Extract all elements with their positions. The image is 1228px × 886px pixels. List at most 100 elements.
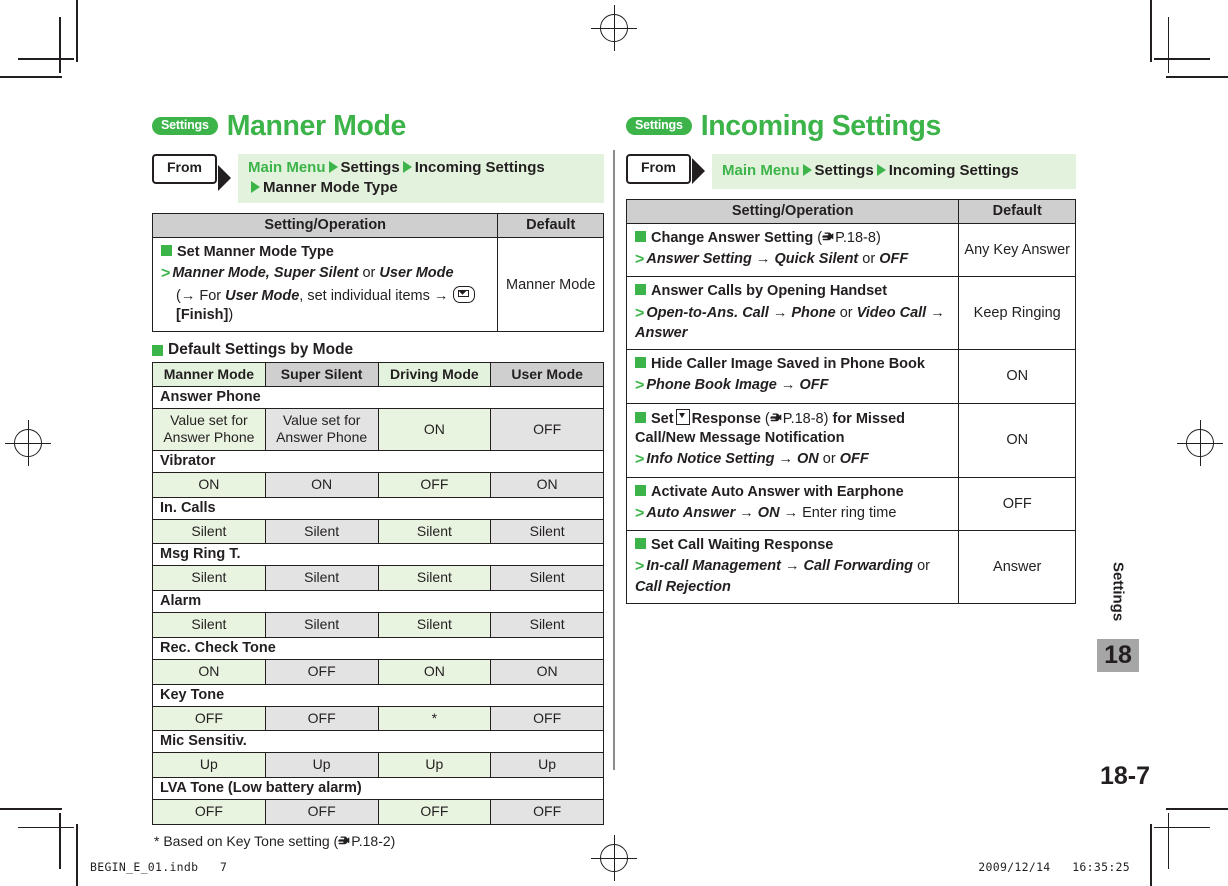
operation-cell: Activate Auto Answer with Earphone > Auto… xyxy=(625,476,960,532)
operation-heading: Answer Calls by Opening Handset xyxy=(635,282,951,301)
mode-value-row: OFF OFF OFF OFF xyxy=(152,799,604,826)
operation-cell: Hide Caller Image Saved in Phone Book > P… xyxy=(625,349,960,404)
mode-value: Up xyxy=(264,752,379,779)
default-cell: OFF xyxy=(958,476,1076,532)
operation-cell: Set Response (P.18-8) for Missed Call/New… xyxy=(625,402,960,478)
operation-detail: > Info Notice Setting → ON or OFF xyxy=(635,449,951,470)
mode-value: Silent xyxy=(152,518,266,545)
green-square-icon xyxy=(152,344,163,356)
mode-value-row: Silent Silent Silent Silent xyxy=(152,518,604,545)
page-reference[interactable]: P.18-8 xyxy=(783,411,824,427)
table-footnote: * Based on Key Tone setting (P.18-2) xyxy=(152,833,604,849)
manual-page: Settings Manner Mode From Main Menu Setti… xyxy=(0,0,1228,886)
mode-value: ON xyxy=(377,408,492,451)
table-row: Activate Auto Answer with Earphone > Auto… xyxy=(625,476,1076,532)
breadcrumb-item-main-menu[interactable]: Main Menu xyxy=(248,159,326,176)
column-divider xyxy=(613,150,615,770)
operation-value-3: OFF xyxy=(879,251,909,268)
operation-value-2: User Mode xyxy=(379,265,454,282)
left-breadcrumb: From Main Menu Settings Incoming Settings … xyxy=(152,153,604,203)
from-label: From xyxy=(152,153,217,184)
mode-value: Silent xyxy=(377,518,492,545)
mode-value: ON xyxy=(152,471,266,498)
registration-mark-top xyxy=(591,5,637,51)
mode-value: Silent xyxy=(264,612,379,638)
arrow-marker-icon: > xyxy=(635,304,645,322)
operation-cell: Set Call Waiting Response > In-call Manag… xyxy=(625,530,960,604)
mode-value: OFF xyxy=(377,471,492,498)
mode-value: Up xyxy=(490,752,604,779)
mode-value-row: Up Up Up Up xyxy=(152,752,604,779)
operation-note-finish: [Finish] xyxy=(176,306,229,323)
mode-value: ON xyxy=(490,658,604,685)
mode-value-row: Silent Silent Silent Silent xyxy=(152,565,604,592)
breadcrumb-item-settings[interactable]: Settings xyxy=(815,162,874,179)
mode-value: ON xyxy=(152,658,266,685)
right-breadcrumb: From Main Menu Settings Incoming Settings xyxy=(626,153,1076,189)
mode-value: Silent xyxy=(377,612,492,638)
operation-arrow-1: → xyxy=(755,251,771,268)
chevron-right-icon xyxy=(251,180,260,193)
default-cell: Manner Mode xyxy=(497,236,604,333)
operation-detail: > Auto Answer → ON → Enter ring time xyxy=(635,503,951,524)
operation-arrow-1: → xyxy=(778,451,793,468)
table-header-row: Setting/Operation Default xyxy=(625,198,1076,224)
mode-group-row: Answer Phone xyxy=(152,386,604,410)
left-column: Settings Manner Mode From Main Menu Setti… xyxy=(151,112,604,849)
col-header-default: Default xyxy=(497,213,604,238)
operation-arrow-1: → xyxy=(772,304,788,321)
operation-value-2: Call Forwarding xyxy=(803,558,914,575)
mode-value-row: OFF OFF * OFF xyxy=(152,705,604,732)
footer-timestamp: 2009/12/14 16:35:25 xyxy=(978,860,1130,874)
operation-arrow-2: → xyxy=(783,504,799,521)
footnote-reference[interactable]: P.18-2 xyxy=(351,833,390,849)
operation-arrow-2: → xyxy=(930,304,945,321)
mode-value: OFF xyxy=(377,799,492,826)
breadcrumb-item-main-menu[interactable]: Main Menu xyxy=(722,162,800,179)
green-square-icon xyxy=(635,284,646,296)
operation-or: or xyxy=(917,558,930,575)
mode-value: Silent xyxy=(490,612,604,638)
breadcrumb-item-settings[interactable]: Settings xyxy=(341,159,400,176)
mode-value: Silent xyxy=(264,565,379,592)
operation-detail: > Phone Book Image → OFF xyxy=(635,375,951,396)
operation-heading-text: Change Answer Setting xyxy=(651,229,814,246)
green-square-icon xyxy=(635,357,646,369)
mode-value: Silent xyxy=(490,565,604,592)
chapter-label: Settings xyxy=(1109,562,1127,622)
col-header-default: Default xyxy=(958,198,1076,224)
mode-value-row: Value set for Answer Phone Value set for… xyxy=(152,408,604,451)
operation-or: or xyxy=(862,251,876,268)
operation-value-3: OFF xyxy=(839,451,869,468)
mode-group-row: In. Calls xyxy=(152,496,604,520)
left-section-title: Settings Manner Mode xyxy=(152,112,604,141)
envelope-key-icon xyxy=(453,285,476,303)
mode-col-super-silent: Super Silent xyxy=(264,362,379,388)
table-row: Change Answer Setting (P.18-8) > Answer S… xyxy=(625,222,1076,278)
page-title: Manner Mode xyxy=(226,110,407,142)
breadcrumb-item-incoming-settings[interactable]: Incoming Settings xyxy=(889,162,1019,179)
operation-arrow-1: → xyxy=(780,377,796,394)
mode-value: Silent xyxy=(152,612,266,638)
registration-mark-left xyxy=(5,420,51,466)
breadcrumb-item-manner-mode-type[interactable]: Manner Mode Type xyxy=(263,179,398,196)
operation-value-1: Auto Answer xyxy=(646,504,736,521)
breadcrumb-item-incoming-settings[interactable]: Incoming Settings xyxy=(415,159,545,176)
page-reference[interactable]: P.18-8 xyxy=(835,230,876,246)
operation-value-1: Info Notice Setting xyxy=(646,451,775,468)
default-cell: ON xyxy=(958,402,1076,478)
from-arrow-icon xyxy=(218,165,231,192)
operation-heading-text: Answer Calls by Opening Handset xyxy=(651,283,888,300)
mode-group-label: Answer Phone xyxy=(152,386,604,410)
mode-value: Silent xyxy=(490,518,604,545)
green-square-icon xyxy=(635,230,646,242)
mode-table-subheading-text: Default Settings by Mode xyxy=(168,341,354,359)
mode-table-subheading: Default Settings by Mode xyxy=(152,341,604,359)
chevron-right-icon xyxy=(876,163,886,176)
mode-col-driving-mode: Driving Mode xyxy=(377,362,492,388)
default-settings-by-mode-table: Manner Mode Super Silent Driving Mode Us… xyxy=(152,362,604,826)
down-key-icon xyxy=(675,408,690,425)
arrow-marker-icon: > xyxy=(635,251,645,269)
operation-heading-text: Hide Caller Image Saved in Phone Book xyxy=(651,356,925,373)
mode-value: OFF xyxy=(490,799,604,826)
